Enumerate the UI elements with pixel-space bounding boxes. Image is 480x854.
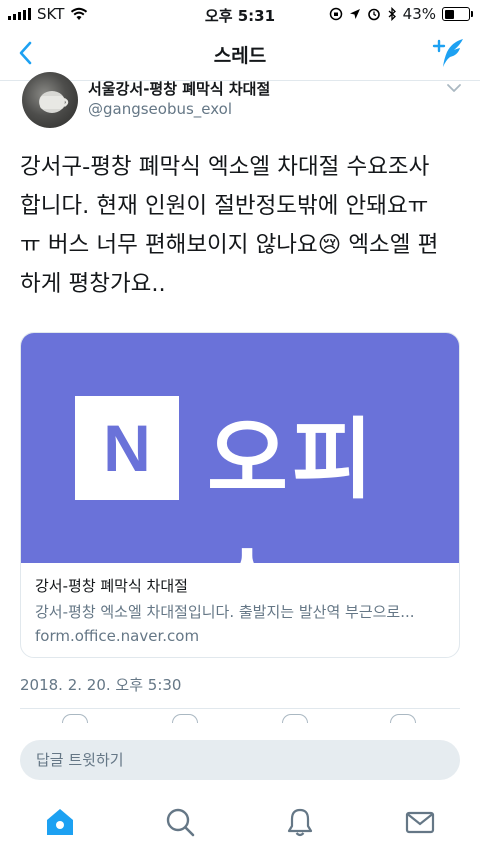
chevron-down-icon[interactable] [446,82,462,94]
retweet-icon[interactable] [172,714,198,723]
location-icon [349,9,360,19]
card-body: 강서-평창 폐막식 차대절 강서-평창 엑소엘 차대절입니다. 출발지는 발산역… [21,563,459,657]
bluetooth-icon [388,7,396,21]
battery-percent: 43% [402,5,436,23]
search-icon[interactable] [164,806,196,838]
tweet-line: 하게 평창가요.. [20,271,166,297]
nav-bar: 스레드 [0,28,480,81]
mail-icon[interactable] [404,806,436,838]
bell-icon[interactable] [284,806,316,838]
rotation-lock-icon [329,7,342,21]
alarm-icon [367,8,380,21]
author-handle[interactable]: @gangseobus_exol [88,100,232,118]
tweet-line: 강서구-평창 폐막식 엑소엘 차대절 수요조사 [20,154,430,180]
logo-letter: N [103,411,151,485]
status-bar: SKT 오후 5:31 43% [0,0,480,28]
card-image: N 오피스 [21,333,459,638]
avatar-image [39,91,69,113]
naver-logo: N [75,396,179,500]
link-card[interactable]: N 오피스 강서-평창 폐막식 차대절 강서-평창 엑소엘 차대절입니다. 출발… [20,332,460,658]
page-title: 스레드 [213,45,267,67]
card-description: 강서-평창 엑소엘 차대절입니다. 출발지는 발산역 부근으로... [35,603,415,621]
home-icon[interactable] [44,806,76,838]
reply-input[interactable]: 답글 트윗하기 [20,740,460,780]
reply-icon[interactable] [62,714,88,723]
tweet-line: 합니다. 현재 인원이 절반정도밖에 안돼요ㅠ [20,193,429,219]
compose-tweet-icon[interactable] [432,36,466,70]
battery-icon [442,7,473,21]
share-icon[interactable] [390,714,416,723]
avatar[interactable] [22,72,78,128]
reply-bar: 답글 트윗하기 [0,724,480,796]
battery-level [444,9,455,19]
tweet-timestamp: 2018. 2. 20. 오후 5:30 [20,676,182,694]
card-title: 강서-평창 폐막식 차대절 [35,577,188,595]
tweet-text: 강서구-평창 폐막식 엑소엘 차대절 수요조사 합니다. 현재 인원이 절반정도… [20,148,460,304]
card-domain: form.office.naver.com [35,627,200,645]
tab-bar [0,796,480,854]
author-name[interactable]: 서울강서-평창 폐막식 차대절 [88,78,270,99]
divider [20,708,460,709]
tweet-line: ㅠ 버스 너무 편해보이지 않나요😢 엑소엘 편 [20,232,439,258]
heart-icon[interactable] [282,714,308,723]
